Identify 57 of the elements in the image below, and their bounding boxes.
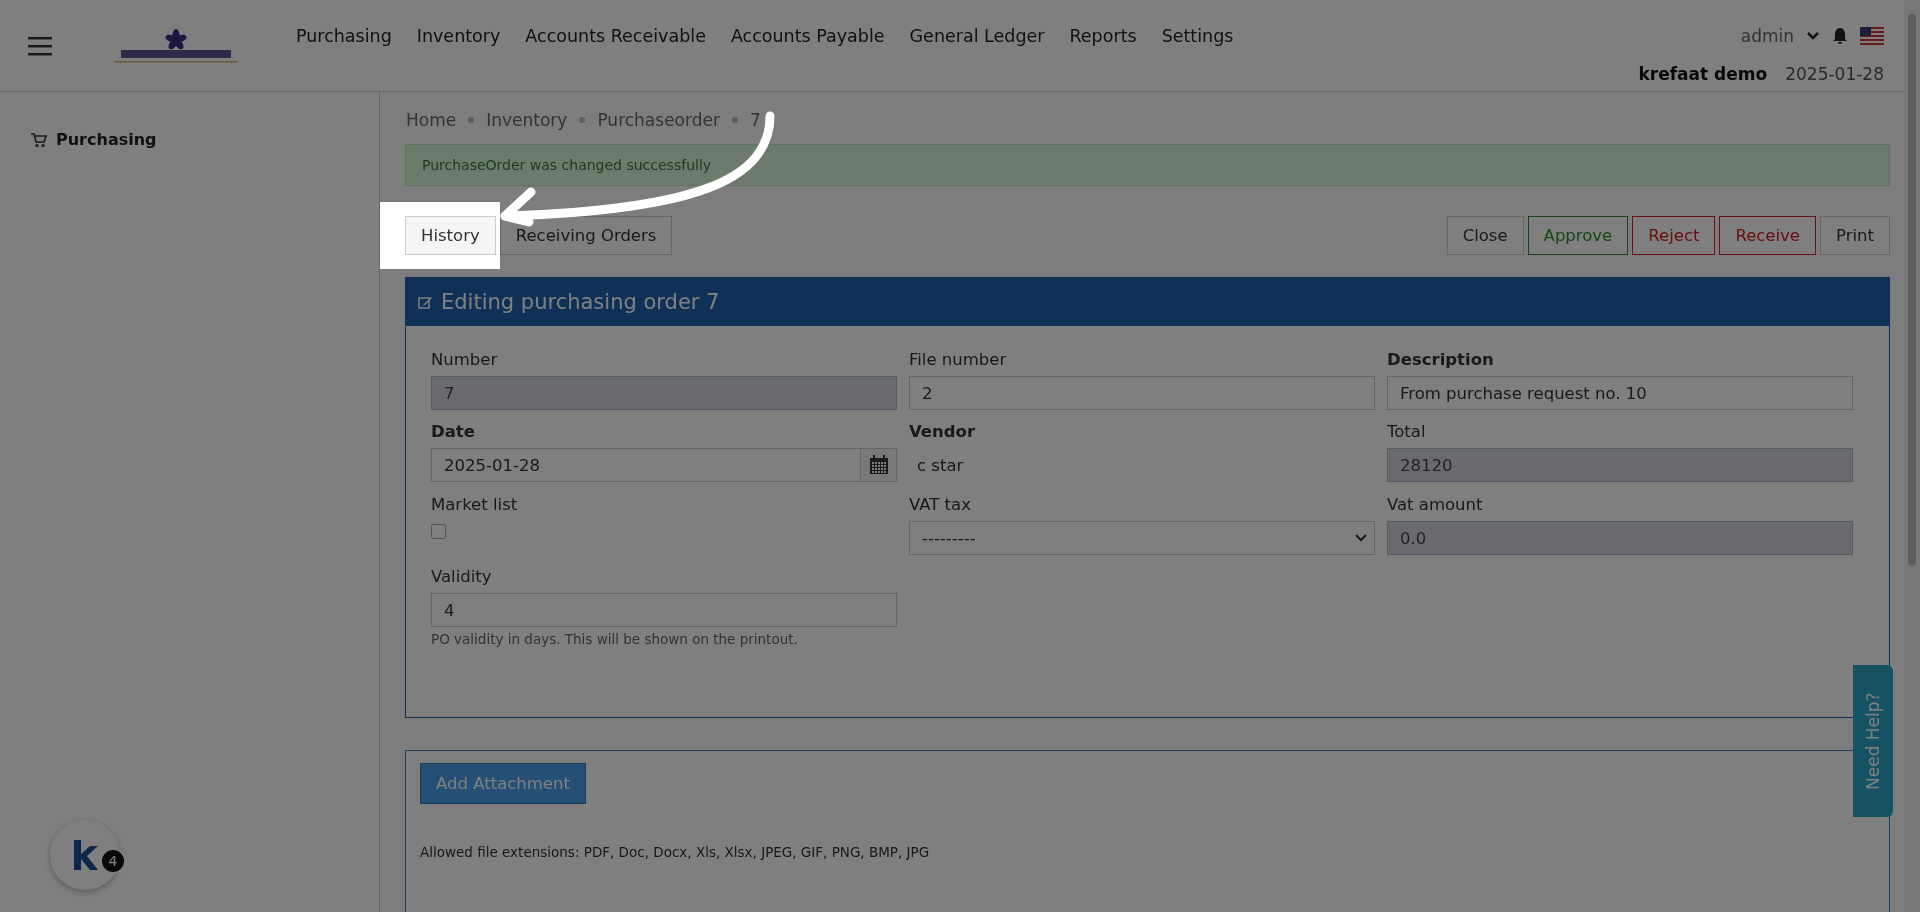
tab-button[interactable]: Receiving Orders [499, 216, 673, 255]
bell-icon[interactable] [1832, 27, 1848, 45]
date-field[interactable]: 2025-01-28 [431, 448, 861, 482]
breadcrumb-link[interactable]: Inventory [486, 110, 568, 130]
checkbox[interactable] [431, 524, 446, 539]
separator-dot-icon [579, 117, 586, 123]
action-button[interactable]: Approve [1527, 216, 1629, 255]
text-field[interactable]: From purchase request no. 10 [1387, 376, 1853, 410]
chevron-down-icon[interactable] [1354, 533, 1368, 543]
field-label: VAT tax [909, 495, 972, 514]
menu-item[interactable]: Accounts Payable [730, 26, 885, 46]
caret-icon[interactable] [1806, 31, 1820, 41]
success-alert: PurchaseOrder was changed successfully [405, 144, 1890, 186]
separator-dot-icon [468, 117, 475, 123]
chat-launcher[interactable] [50, 820, 120, 890]
readonly-field[interactable]: 0.0 [1387, 521, 1853, 555]
field-label: Date [431, 422, 476, 441]
field-label: Vendor [909, 422, 977, 441]
menu-item[interactable]: General Ledger [909, 26, 1045, 46]
action-button[interactable]: Close [1446, 216, 1524, 255]
action-button[interactable]: Receive [1719, 216, 1817, 255]
menu-item[interactable]: Purchasing [296, 26, 392, 46]
field-label: File number [909, 350, 1008, 369]
cart-icon [30, 131, 48, 148]
breadcrumb-link[interactable]: Purchaseorder [597, 110, 720, 130]
allowed-extensions-text: Allowed file extensions: PDF, Doc, Docx, Xls, Xlsx, JPEG, GIF, PNG, BMP, JPG [420, 844, 931, 860]
sidebar-item[interactable]: Purchasing [26, 128, 379, 151]
breadcrumb-link[interactable]: Home [406, 110, 457, 130]
text-field[interactable]: 4 [431, 593, 897, 627]
select-field[interactable]: --------- [909, 521, 1375, 555]
vendor-name: c star [916, 455, 965, 477]
help-text: PO validity in days. This will be shown on the printout. [431, 631, 799, 647]
notification-badge: 4 [100, 848, 126, 874]
text-field[interactable]: 2 [909, 376, 1375, 410]
panel-title: Editing purchasing order 7 [441, 290, 720, 314]
menu-item[interactable]: Inventory [416, 26, 501, 46]
user-menu[interactable]: admin [1740, 26, 1794, 46]
field-label: Number [431, 350, 499, 369]
readonly-field[interactable]: 7 [431, 376, 897, 410]
menu-item[interactable]: Accounts Receivable [525, 26, 706, 46]
readonly-field[interactable]: 28120 [1387, 448, 1853, 482]
field-label: Description [1387, 350, 1495, 369]
scrollbar-thumb[interactable] [1908, 14, 1916, 566]
company-name: krefaat demo [1638, 64, 1768, 84]
action-button[interactable]: Print [1820, 216, 1890, 255]
field-label: Market list [431, 495, 519, 514]
separator-dot-icon [731, 117, 738, 123]
current-date: 2025-01-28 [1785, 64, 1884, 84]
field-label: Validity [431, 567, 493, 586]
action-button[interactable]: Reject [1632, 216, 1716, 255]
field-label: Total [1387, 422, 1427, 441]
history-button[interactable]: History [405, 216, 496, 255]
menu-item[interactable]: Reports [1069, 26, 1137, 46]
menu-item[interactable]: Settings [1161, 26, 1234, 46]
edit-icon [418, 294, 433, 310]
field-label: Vat amount [1387, 495, 1484, 514]
calendar-icon[interactable] [861, 448, 897, 482]
